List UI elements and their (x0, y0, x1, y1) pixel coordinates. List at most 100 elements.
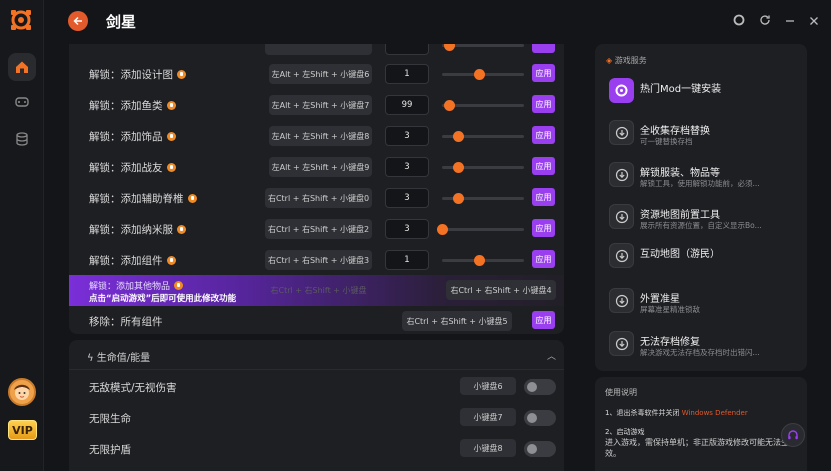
game-services-panel: ◈ 游戏服务 热门Mod一键安装 全收集存档替换 可一键替换存档 解锁服装、物品等 解锁… (595, 44, 807, 371)
toggle-switch[interactable] (524, 441, 556, 457)
hotkey-badge[interactable]: 右Ctrl + 右Shift + 小键盘4 (446, 280, 556, 300)
list-item: 解锁：添加鱼类 左Alt + 左Shift + 小键盘7 99 应用 (69, 90, 564, 121)
bolt-icon: ϟ (87, 353, 97, 364)
chevron-up-icon[interactable]: ︿ (547, 349, 556, 362)
crosshair-icon (609, 288, 634, 313)
database-icon (16, 132, 28, 146)
value-input[interactable]: 3 (385, 219, 429, 239)
gift-icon: ◈ (606, 56, 615, 65)
value-slider[interactable] (442, 162, 524, 173)
value-input[interactable]: 3 (385, 157, 429, 177)
value-input[interactable]: 1 (385, 250, 429, 270)
slider-thumb[interactable] (473, 69, 485, 80)
service-item[interactable]: 解锁服装、物品等 解锁工具，使用解锁功能前，必须... (609, 162, 799, 196)
service-name: 全收集存档替换 (640, 126, 710, 137)
service-item[interactable]: 资源地图前置工具 展示所有资源位置，自定义显示Bo... (609, 204, 799, 238)
hotkey-faded: 右Ctrl + 右Shift + 小键盘 (270, 285, 367, 295)
wardrobe-icon (609, 162, 634, 187)
apply-button[interactable]: 应用 (532, 126, 555, 144)
back-button[interactable] (68, 11, 88, 31)
map-icon (609, 243, 634, 268)
value-input[interactable]: 1 (385, 64, 429, 84)
info-icon (166, 132, 176, 141)
usage-step2: 2、启动游戏 (605, 428, 645, 436)
slider-thumb[interactable] (453, 193, 465, 204)
nav-storage[interactable] (8, 125, 36, 153)
hotkey-badge[interactable]: 左Alt + 左Shift + 小键盘8 (269, 126, 372, 146)
info-icon (166, 163, 176, 172)
locked-row-label: 解锁：添加其他物品 (89, 282, 171, 292)
value-slider[interactable] (442, 100, 524, 111)
headset-icon (788, 430, 798, 440)
toggle-label: 无敌模式/无视伤害 (89, 382, 177, 394)
nav-home[interactable] (8, 53, 36, 81)
service-desc: 屏幕准星精准锁敌 (640, 305, 700, 314)
section-header[interactable]: ϟ 生命值/能量 ︿ (69, 340, 564, 370)
vip-badge[interactable]: VIP (8, 420, 37, 440)
toggle-switch[interactable] (524, 410, 556, 426)
service-item[interactable]: 全收集存档替换 可一键替换存档 (609, 120, 799, 154)
minimize-icon[interactable] (785, 15, 795, 29)
refresh-icon[interactable] (759, 14, 771, 29)
toggle-switch[interactable] (524, 379, 556, 395)
apply-button[interactable]: 应用 (532, 219, 555, 237)
usage-step1: 1、退出杀毒软件并关闭 Windows Defender (605, 409, 748, 417)
nav-games[interactable] (8, 88, 36, 116)
list-item: 解锁：添加饰品 左Alt + 左Shift + 小键盘8 3 应用 (69, 121, 564, 152)
hotkey-badge[interactable]: 右Ctrl + 右Shift + 小键盘3 (265, 250, 372, 270)
avatar[interactable] (8, 378, 36, 406)
toggle-label: 无限护盾 (89, 444, 131, 456)
list-item: 解锁：添加辅助脊椎 右Ctrl + 右Shift + 小键盘0 3 应用 (69, 183, 564, 214)
hotkey-badge[interactable]: 小键盘7 (460, 408, 516, 426)
list-item: 无限护盾 小键盘8 (69, 433, 564, 463)
close-icon[interactable] (809, 15, 819, 29)
support-button[interactable] (781, 423, 805, 447)
map-pin-icon (609, 204, 634, 229)
apply-button[interactable]: 应用 (532, 157, 555, 175)
health-energy-panel: ϟ 生命值/能量 ︿ 无敌模式/无视伤害 小键盘6 无限生命 小键盘7 无限护盾 小键盘8 (69, 340, 564, 471)
hotkey-badge[interactable]: 小键盘6 (460, 377, 516, 395)
value-input[interactable]: 3 (385, 188, 429, 208)
service-name: 外置准星 (640, 294, 680, 305)
service-item[interactable]: 无法存档修复 解决游戏无法存档及存档时出错闪... (609, 331, 799, 365)
service-name: 解锁服装、物品等 (640, 168, 720, 179)
hotkey-badge[interactable]: 小键盘8 (460, 439, 516, 457)
apply-button[interactable]: 应用 (532, 311, 555, 329)
hotkey-badge[interactable]: 左Alt + 左Shift + 小键盘9 (269, 157, 372, 177)
list-item: 解锁：添加组件 右Ctrl + 右Shift + 小键盘3 1 应用 (69, 245, 564, 276)
gamepad-icon (15, 97, 29, 107)
value-input[interactable]: 99 (385, 95, 429, 115)
service-item[interactable]: 互动地图（游民） (609, 243, 799, 277)
mod-icon (609, 78, 634, 103)
apply-button[interactable]: 应用 (532, 250, 555, 268)
apply-button[interactable]: 应用 (532, 95, 555, 113)
value-slider[interactable] (442, 131, 524, 142)
info-icon (166, 256, 176, 265)
hotkey-badge[interactable]: 右Ctrl + 右Shift + 小键盘0 (265, 188, 372, 208)
mod-label: 解锁：添加鱼类 (89, 100, 163, 112)
hotkey-badge[interactable]: 左Alt + 左Shift + 小键盘7 (269, 95, 372, 115)
settings-icon[interactable] (733, 14, 745, 29)
hotkey-badge[interactable]: 右Ctrl + 右Shift + 小键盘5 (402, 311, 512, 331)
slider-thumb[interactable] (443, 100, 455, 111)
value-slider[interactable] (442, 255, 524, 266)
hotkey-badge[interactable]: 左Alt + 左Shift + 小键盘6 (269, 64, 372, 84)
value-slider[interactable] (442, 69, 524, 80)
slider-thumb[interactable] (453, 162, 465, 173)
list-item: 解锁：添加战友 左Alt + 左Shift + 小键盘9 3 应用 (69, 152, 564, 183)
defender-link[interactable]: Windows Defender (682, 409, 748, 417)
app-logo-icon[interactable] (9, 8, 33, 32)
slider-thumb[interactable] (473, 255, 485, 266)
apply-button[interactable]: 应用 (532, 64, 555, 82)
apply-button[interactable]: 应用 (532, 188, 555, 206)
usage-step2-detail: 进入游戏，需保持单机；非正版游戏修改可能无法生效。 (605, 438, 789, 458)
hotkey-badge[interactable]: 右Ctrl + 右Shift + 小键盘2 (265, 219, 372, 239)
value-slider[interactable] (442, 193, 524, 204)
service-item[interactable]: 外置准星 屏幕准星精准锁敌 (609, 288, 799, 322)
slider-thumb[interactable] (453, 131, 465, 142)
service-item[interactable]: 热门Mod一键安装 (609, 78, 799, 112)
value-slider[interactable] (437, 224, 524, 235)
download-icon (609, 120, 634, 145)
slider-thumb[interactable] (437, 224, 448, 235)
value-input[interactable]: 3 (385, 126, 429, 146)
